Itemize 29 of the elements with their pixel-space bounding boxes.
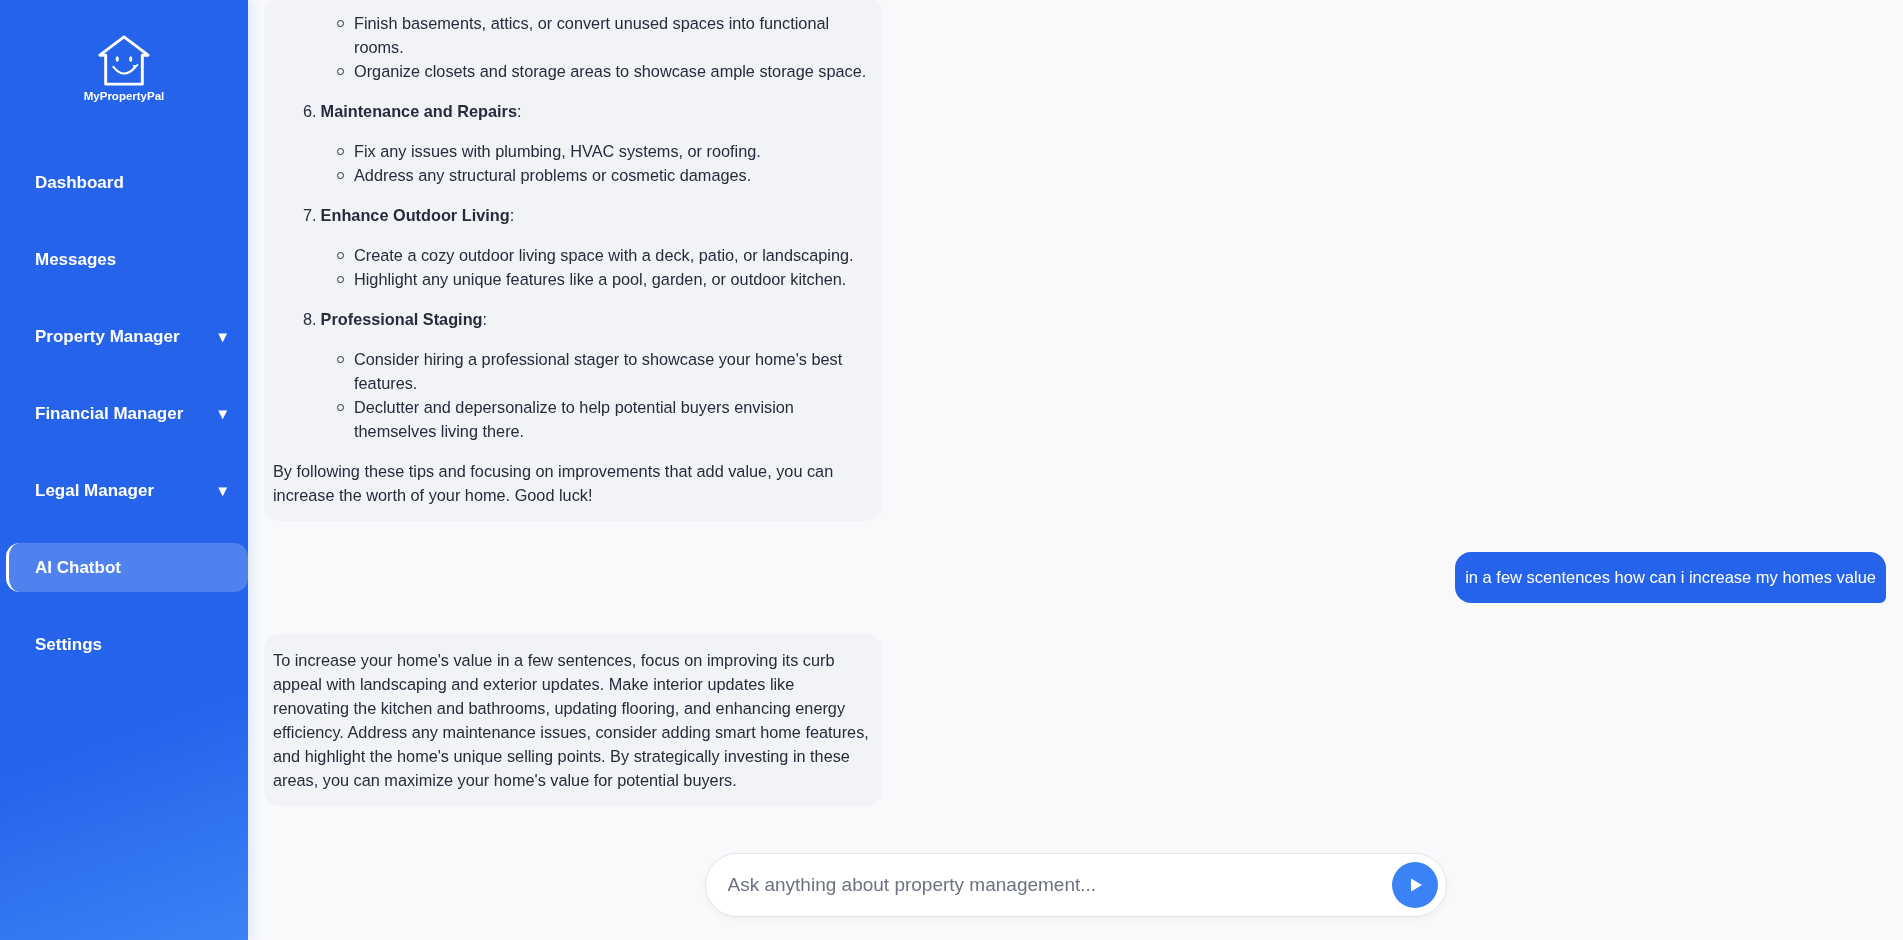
list-heading: Professional Staging: <box>320 309 488 330</box>
list-number: 6. <box>303 101 317 122</box>
list-item-text: Address any structural problems or cosmetic damages. <box>354 165 752 186</box>
list-heading: Enhance Outdoor Living: <box>320 205 515 226</box>
list-item-text: Highlight any unique features like a pool, garden, or outdoor kitchen. <box>354 269 847 290</box>
list-item-text: Create a cozy outdoor living space with a deck, patio, or landscaping. <box>354 245 854 266</box>
list-item-text: Declutter and depersonalize to help potential buyers envision themselves living there. <box>354 397 795 442</box>
nav-item[interactable]: AI Chatbot <box>6 543 248 592</box>
play-icon <box>1408 877 1424 893</box>
nav-item[interactable]: Legal Manager ▼ <box>6 466 248 515</box>
logo-text: MyPropertyPal <box>83 90 165 102</box>
nav-item[interactable]: Financial Manager ▼ <box>6 389 248 438</box>
message-paragraph: By following these tips and focusing on improvements that add value, you can increase the worth of your home. Good luck! <box>273 461 835 506</box>
nav-item[interactable]: Settings <box>6 620 248 669</box>
nav-item[interactable]: Property Manager ▼ <box>6 312 248 361</box>
chat-input-field[interactable]: Ask anything about property management... <box>704 853 1447 917</box>
list-item-text: Fix any issues with plumbing, HVAC systems, or roofing. <box>354 141 761 162</box>
list-heading: Maintenance and Repairs: <box>320 101 522 122</box>
list-item-text: Finish basements, attics, or convert unused spaces into functional rooms. <box>354 13 831 58</box>
nav-item[interactable]: Dashboard <box>6 158 248 207</box>
list-number: 7. <box>303 205 317 226</box>
list-item-text: Consider hiring a professional stager to showcase your home's best features. <box>354 349 844 394</box>
send-button[interactable] <box>1391 862 1438 908</box>
message-paragraph: To increase your home's value in a few sentences, focus on improving its curb appeal with landscaping and exterior updates. Make interior updates like renovating the kitchen and bathrooms, updating flooring, and enhancing energy efficiency. Address any maintenance issues, consider adding smart home features, and highlight the home's unique selling points. By strategically investing in these areas, you can maximize your home's value for potential buyers. <box>273 650 870 791</box>
nav-item[interactable]: Messages <box>6 235 248 284</box>
list-item-text: Organize closets and storage areas to showcase ample storage space. <box>354 61 867 82</box>
user-message: in a few scentences how can i increase my homes value <box>1455 552 1886 603</box>
text-input[interactable]: Ask anything about property management... <box>725 873 1392 897</box>
list-number: 8. <box>303 309 317 330</box>
